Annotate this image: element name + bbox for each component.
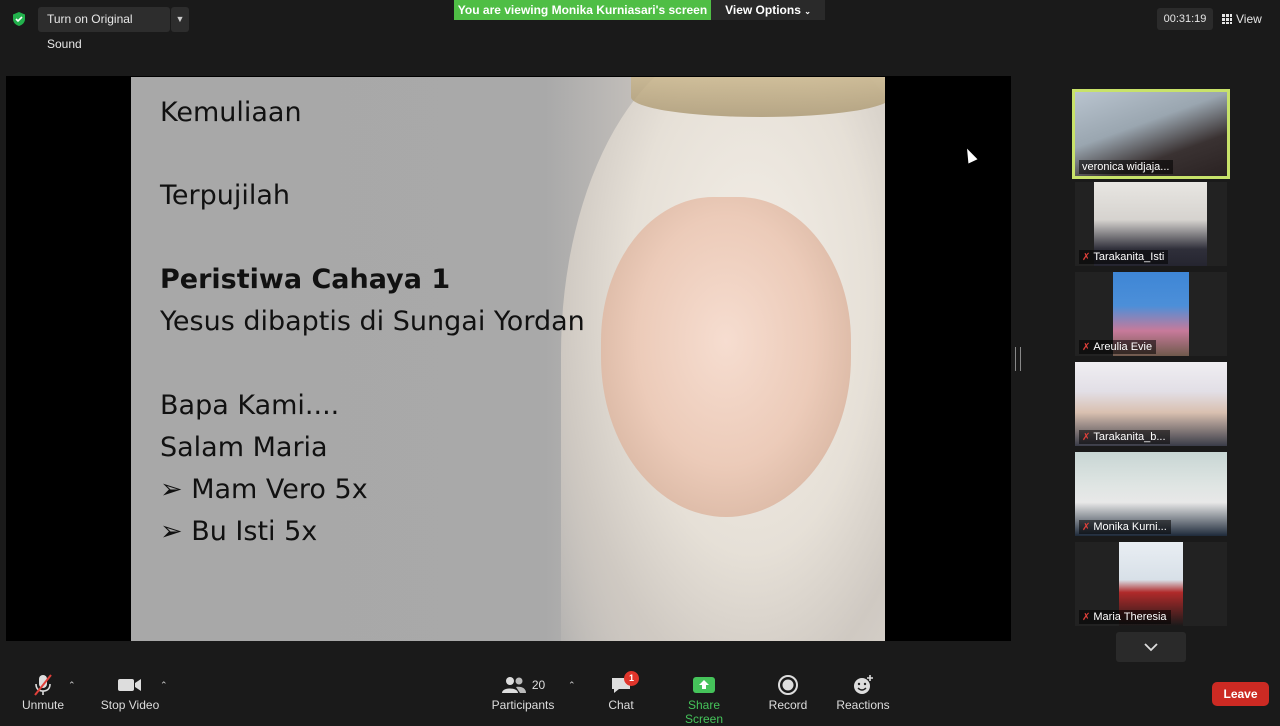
record-label: Record [768,698,808,712]
chat-label: Chat [608,698,634,712]
leave-button[interactable]: Leave [1212,682,1269,706]
record-button[interactable]: Record [766,672,810,716]
slide-line-terpujilah: Terpujilah [160,180,291,211]
reactions-label: Reactions [836,698,890,712]
participant-name: Areulia Evie [1093,341,1153,353]
people-icon [501,677,526,693]
stop-video-button[interactable]: Stop Video [98,672,162,716]
participant-tile[interactable]: ✗ Tarakanita_b... [1075,362,1227,446]
muted-mic-icon: ✗ [1082,522,1091,533]
slide-line-bapa-kami: Bapa Kami.... [160,390,340,421]
participant-tile[interactable]: veronica widjaja... [1072,89,1230,179]
security-shield-icon[interactable] [11,11,27,27]
share-screen-icon [668,672,740,698]
video-options-caret[interactable]: ⌃ [160,680,168,691]
muted-mic-icon: ✗ [1082,432,1091,443]
reactions-button[interactable]: Reactions [835,672,891,716]
participant-name-tag: ✗ Areulia Evie [1079,340,1157,354]
participants-button[interactable]: 20 Participants [490,672,556,716]
video-camera-icon [98,672,162,698]
participant-name: Tarakanita_b... [1093,431,1166,443]
slide-line-kemuliaan: Kemuliaan [160,97,302,128]
original-sound-button[interactable]: Turn on Original Sound [38,7,170,51]
participant-name-tag: ✗ Tarakanita_b... [1079,430,1170,444]
panel-resize-handle[interactable] [1015,347,1021,371]
shared-slide: Kemuliaan Terpujilah Peristiwa Cahaya 1 … [131,77,885,641]
view-label: View [1236,12,1262,26]
stop-video-label: Stop Video [100,698,160,712]
unmute-label: Unmute [21,698,65,712]
participants-count: 20 [531,678,546,692]
smiley-icon [835,672,891,698]
participant-tile[interactable]: ✗ Monika Kurni... [1075,452,1227,536]
slide-line-mam-vero: ➢ Mam Vero 5x [160,474,368,505]
participant-name-tag: ✗ Tarakanita_Isti [1079,250,1169,264]
slide-portrait-image [601,197,851,517]
participants-icon-row: 20 [490,672,556,698]
view-options-button[interactable]: View Options ⌄ [711,0,825,20]
chevron-down-icon [1144,643,1158,652]
participant-tile[interactable]: ✗ Areulia Evie [1075,272,1227,356]
muted-mic-icon: ✗ [1082,252,1091,263]
unmute-button[interactable]: Unmute [18,672,68,716]
record-icon [766,672,810,698]
slide-line-salam-maria: Salam Maria [160,432,328,463]
sound-options-dropdown[interactable]: ▼ [171,7,189,32]
participants-options-caret[interactable]: ⌃ [568,680,576,691]
participant-name: Maria Theresia [1093,611,1167,623]
participant-name: Monika Kurni... [1093,521,1167,533]
muted-microphone-icon [18,672,68,698]
crown-decoration [631,77,885,117]
share-screen-button[interactable]: Share Screen [668,672,740,726]
slide-line-peristiwa: Peristiwa Cahaya 1 [160,264,451,295]
muted-mic-icon: ✗ [1082,342,1091,353]
participant-tile[interactable]: ✗ Tarakanita_Isti [1075,182,1227,266]
chevron-down-icon: ⌄ [804,7,811,16]
viewing-screen-banner: You are viewing Monika Kurniasari's scre… [454,0,711,20]
meeting-timer: 00:31:19 [1157,8,1213,30]
participant-name-tag: ✗ Monika Kurni... [1079,520,1171,534]
participants-label: Participants [491,698,555,712]
audio-options-caret[interactable]: ⌃ [68,680,76,691]
muted-mic-icon: ✗ [1082,612,1091,623]
chat-unread-badge: 1 [624,671,639,686]
participant-name: Tarakanita_Isti [1093,251,1165,263]
participant-name: veronica widjaja... [1079,160,1174,174]
view-options-label: View Options [725,3,801,17]
slide-line-bu-isti: ➢ Bu Isti 5x [160,516,318,547]
slide-line-yesus: Yesus dibaptis di Sungai Yordan [160,306,585,337]
scroll-participants-down-button[interactable] [1116,632,1186,662]
participant-name-tag: ✗ Maria Theresia [1079,610,1171,624]
grid-icon [1222,14,1232,24]
share-screen-label: Share Screen [684,698,724,726]
gallery-view-button[interactable]: View [1222,8,1272,30]
participant-tile[interactable]: ✗ Maria Theresia [1075,542,1227,626]
